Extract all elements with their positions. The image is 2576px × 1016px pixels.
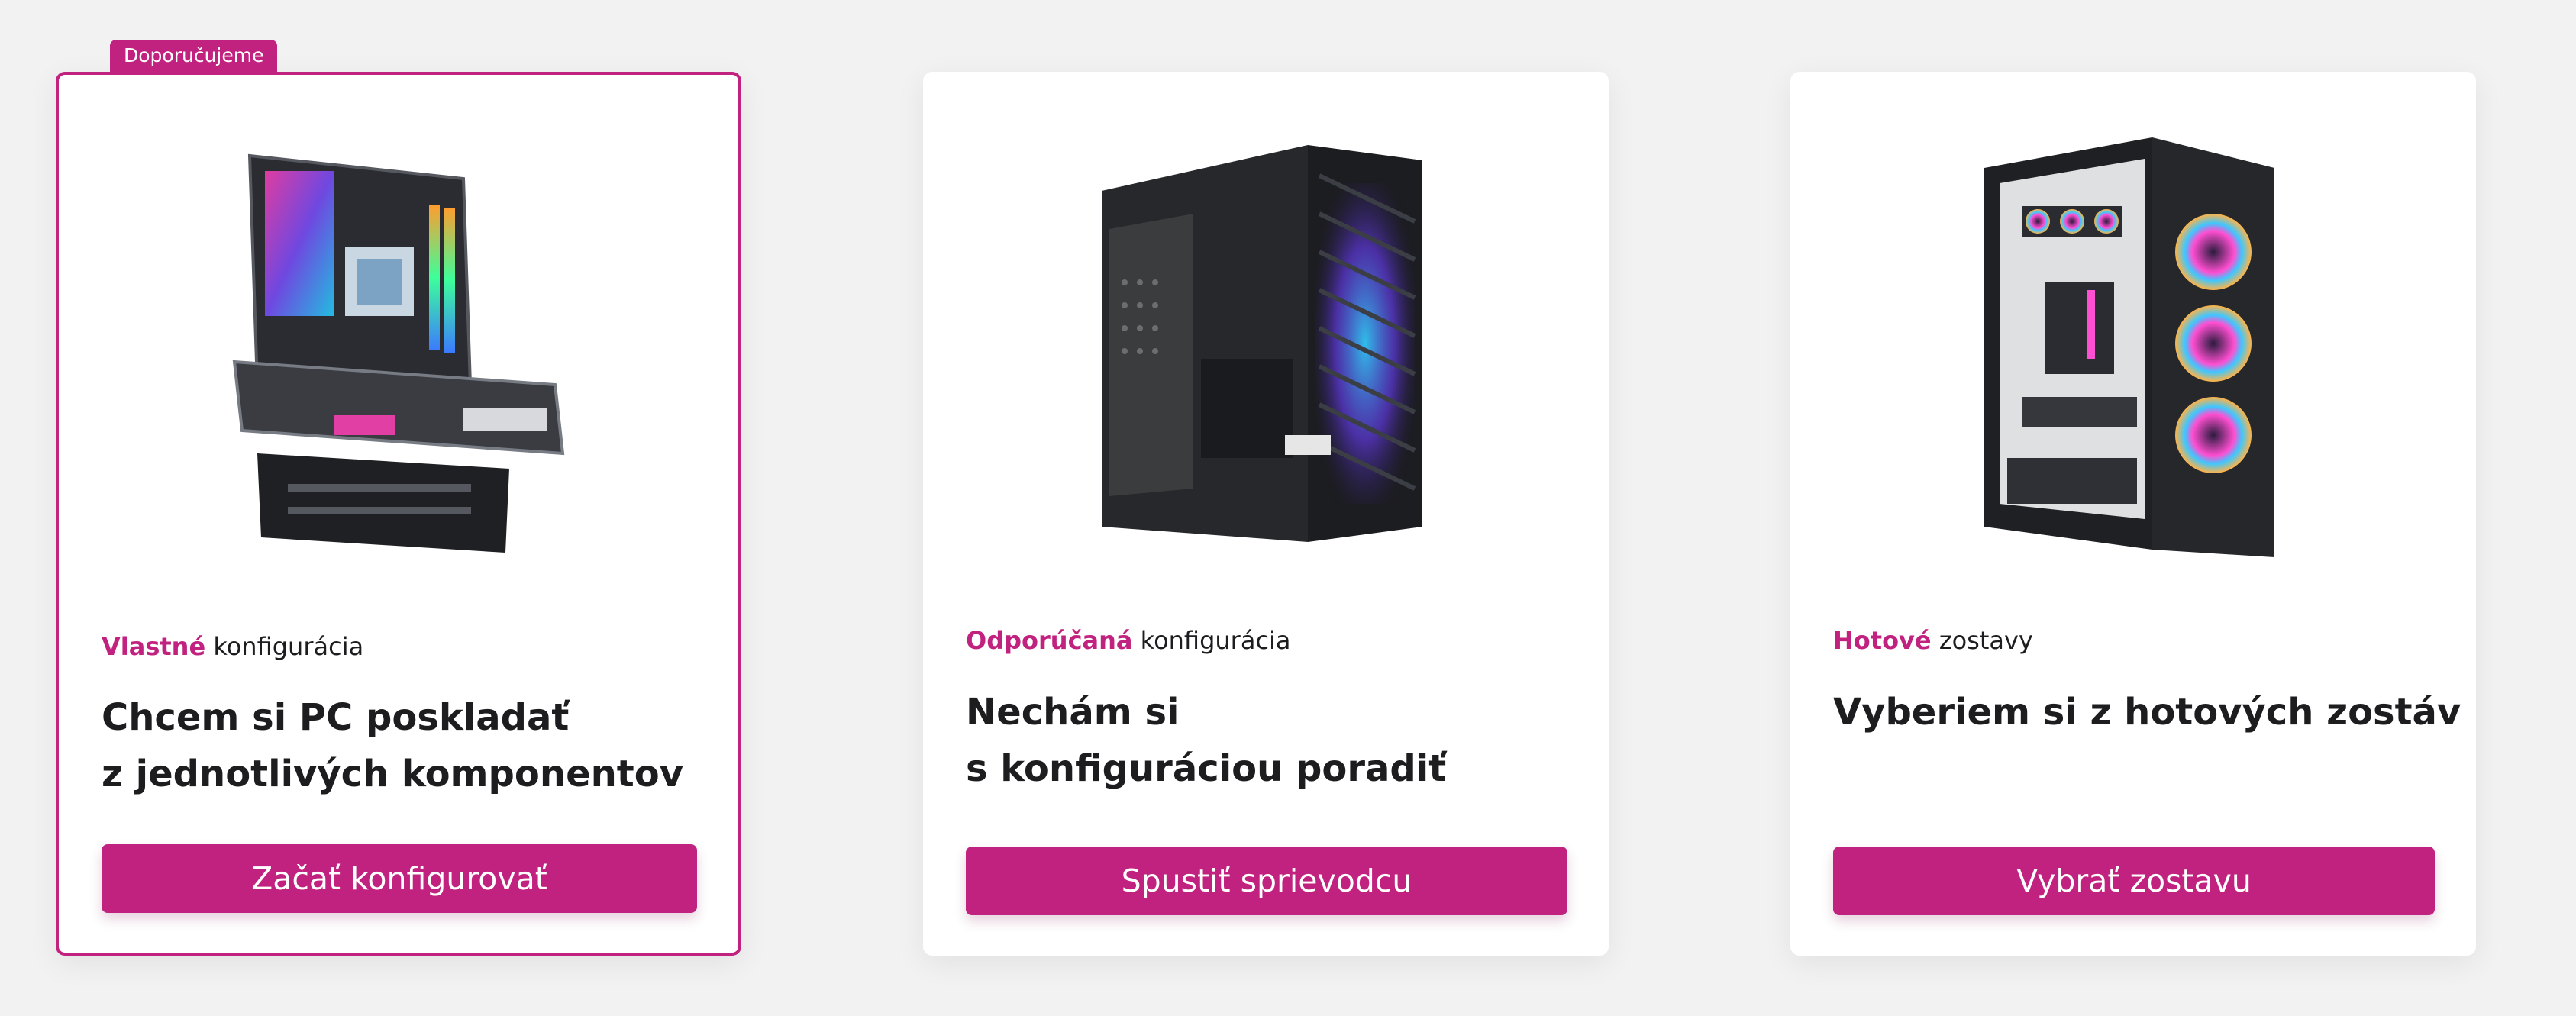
subtitle-accent: Hotové <box>1833 626 1932 655</box>
card-title: Chcem si PC poskladať z jednotlivých kom… <box>102 689 708 802</box>
card-title-line-1: Vyberiem si z hotových zostáv <box>1833 691 2461 734</box>
subtitle-rest: konfigurácia <box>1132 626 1291 655</box>
motherboard-gpu-image <box>59 118 738 576</box>
card-title-line-2: s konfiguráciou poradiť <box>966 747 1447 790</box>
subtitle-rest: zostavy <box>1931 626 2033 655</box>
choose-build-button[interactable]: Vybrať zostavu <box>1833 847 2435 915</box>
pc-case-image <box>923 115 1609 573</box>
card-title-line-2: z jednotlivých komponentov <box>102 753 683 795</box>
subtitle-accent: Odporúčaná <box>966 626 1133 655</box>
card-title-line-1: Nechám si <box>966 691 1180 734</box>
card-subtitle: Odporúčaná konfigurácia <box>966 626 1291 655</box>
card-subtitle: Hotové zostavy <box>1833 626 2033 655</box>
start-wizard-button[interactable]: Spustiť sprievodcu <box>966 847 1567 915</box>
recommended-badge: Doporučujeme <box>110 40 278 72</box>
card-title-line-1: Chcem si PC poskladať <box>102 696 570 739</box>
subtitle-accent: Vlastné <box>102 632 206 661</box>
prebuilt-pc-image <box>1790 115 2476 573</box>
start-configuring-button[interactable]: Začať konfigurovať <box>102 844 697 913</box>
card-title: Nechám si s konfiguráciou poradiť <box>966 684 1578 797</box>
subtitle-rest: konfigurácia <box>205 632 364 661</box>
card-custom-configuration[interactable]: Vlastné konfigurácia Chcem si PC posklad… <box>56 72 741 956</box>
card-title: Vyberiem si z hotových zostáv <box>1833 684 2461 740</box>
card-prebuilt-pcs[interactable]: Hotové zostavy Vyberiem si z hotových zo… <box>1790 72 2476 956</box>
card-recommended-configuration[interactable]: Odporúčaná konfigurácia Nechám si s konf… <box>923 72 1609 956</box>
card-subtitle: Vlastné konfigurácia <box>102 632 363 661</box>
